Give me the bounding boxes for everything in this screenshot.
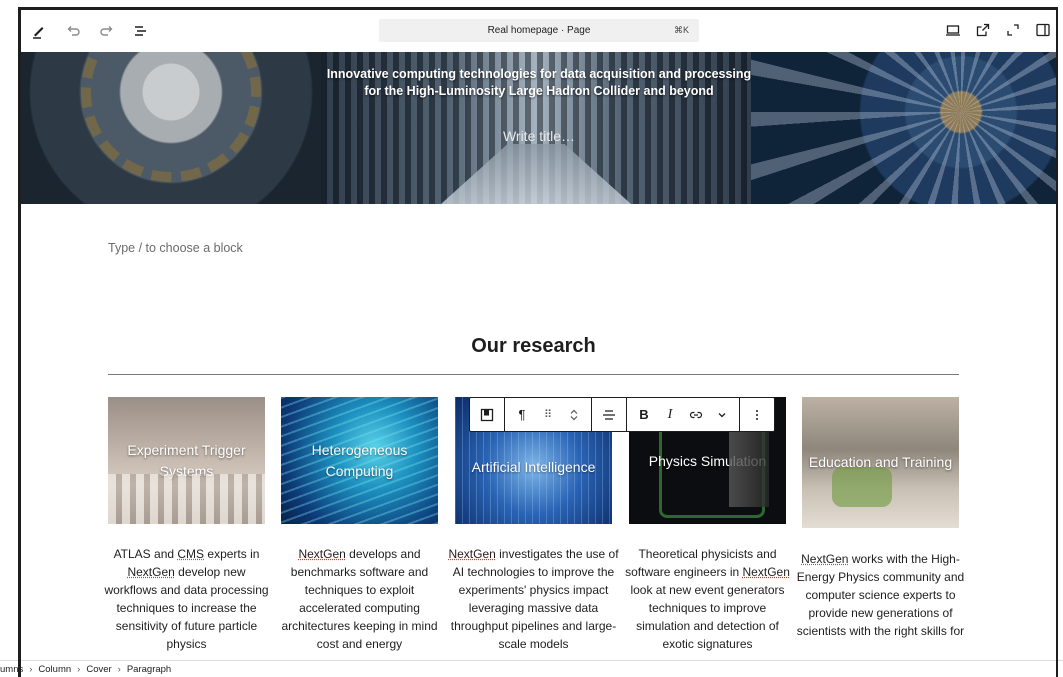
research-card[interactable]: Education and Training NextGen works wit… bbox=[797, 397, 964, 638]
editor-top-toolbar: Real homepage · Page ⌘K bbox=[21, 10, 1057, 52]
view-page-external-icon[interactable] bbox=[975, 22, 991, 38]
desc-text: develops and benchmarks software and tec… bbox=[281, 547, 438, 651]
cover-block[interactable]: Innovative computing technologies for da… bbox=[21, 52, 1057, 204]
section-heading[interactable]: Our research bbox=[108, 335, 959, 358]
desc-text: ATLAS and bbox=[113, 547, 178, 561]
drag-handle-icon[interactable]: ⠿ bbox=[537, 403, 559, 427]
block-toolbar: ¶ ⠿ B I bbox=[469, 397, 775, 432]
card-description[interactable]: ATLAS and CMS experts in NextGen develop… bbox=[100, 545, 273, 653]
align-text-icon[interactable] bbox=[598, 403, 620, 427]
paragraph-block-button[interactable]: ¶ bbox=[511, 403, 533, 427]
desc-spellcheck: CMS bbox=[177, 547, 205, 561]
card-label: Education and Training bbox=[808, 454, 953, 470]
card-description[interactable]: NextGen investigates the use of AI techn… bbox=[447, 545, 620, 653]
breadcrumb-item-cover[interactable]: Cover bbox=[86, 664, 111, 675]
link-icon[interactable] bbox=[685, 403, 707, 427]
breadcrumb-item-column[interactable]: Column bbox=[38, 664, 71, 675]
separator bbox=[108, 374, 959, 375]
desc-spellcheck: NextGen bbox=[801, 552, 849, 566]
more-formatting-chevron-icon[interactable] bbox=[711, 403, 733, 427]
research-card[interactable]: Heterogeneous Computing NextGen develops… bbox=[281, 397, 438, 651]
breadcrumb-separator: › bbox=[29, 663, 33, 675]
cover-line-2: for the High-Luminosity Large Hadron Col… bbox=[364, 84, 714, 98]
command-shortcut: ⌘K bbox=[673, 25, 689, 35]
edit-pen-icon[interactable] bbox=[31, 23, 47, 39]
card-cover[interactable]: Experiment Trigger Systems bbox=[108, 397, 265, 524]
block-placeholder[interactable]: Type / to choose a block bbox=[108, 241, 243, 255]
editor-frame: Real homepage · Page ⌘K Innovative compu… bbox=[0, 0, 1063, 677]
desc-spellcheck: NextGen bbox=[742, 565, 790, 579]
desc-spellcheck: NextGen bbox=[448, 547, 496, 561]
research-card[interactable]: Experiment Trigger Systems ATLAS and CMS… bbox=[104, 397, 269, 651]
breadcrumb-item-columns[interactable]: umns bbox=[0, 664, 23, 675]
desc-text: look at new event generators techniques … bbox=[630, 583, 785, 651]
card-cover[interactable]: Heterogeneous Computing bbox=[281, 397, 438, 524]
breadcrumb-item-paragraph[interactable]: Paragraph bbox=[127, 664, 171, 675]
device-preview-icon[interactable] bbox=[945, 22, 961, 38]
select-parent-cover-button[interactable] bbox=[476, 403, 498, 427]
document-overview-icon[interactable] bbox=[133, 23, 149, 39]
settings-sidebar-icon[interactable] bbox=[1035, 22, 1051, 38]
title-placeholder[interactable]: Write title… bbox=[21, 128, 1057, 144]
desc-text: investigates the use of AI technologies … bbox=[450, 547, 619, 651]
desc-text: experts in bbox=[204, 547, 260, 561]
breadcrumb-separator: › bbox=[117, 663, 121, 675]
card-description[interactable]: NextGen develops and benchmarks software… bbox=[273, 545, 446, 653]
undo-icon[interactable] bbox=[65, 23, 81, 39]
command-palette-button[interactable]: Real homepage · Page ⌘K bbox=[379, 19, 699, 42]
options-kebab-icon[interactable] bbox=[746, 403, 768, 427]
command-palette-label: Real homepage · Page bbox=[487, 25, 591, 36]
card-label: Experiment Trigger Systems bbox=[127, 441, 246, 479]
block-breadcrumb: umns › Column › Cover › Paragraph bbox=[0, 660, 1063, 677]
breadcrumb-separator: › bbox=[77, 663, 81, 675]
redo-icon[interactable] bbox=[99, 23, 115, 39]
bold-button[interactable]: B bbox=[633, 403, 655, 427]
card-description[interactable]: Theoretical physicists and software engi… bbox=[621, 545, 794, 653]
italic-button[interactable]: I bbox=[659, 403, 681, 427]
move-up-down-icon[interactable] bbox=[563, 403, 585, 427]
desc-spellcheck: NextGen bbox=[127, 565, 175, 579]
fullscreen-icon[interactable] bbox=[1005, 22, 1021, 38]
cover-line-1: Innovative computing technologies for da… bbox=[326, 67, 752, 81]
card-description[interactable]: NextGen works with the High-Energy Physi… bbox=[794, 550, 967, 640]
cover-subtitle[interactable]: Innovative computing technologies for da… bbox=[21, 66, 1057, 100]
card-cover[interactable]: Education and Training bbox=[802, 397, 959, 528]
desc-spellcheck: NextGen bbox=[298, 547, 346, 561]
card-label: Heterogeneous Computing bbox=[311, 441, 408, 479]
